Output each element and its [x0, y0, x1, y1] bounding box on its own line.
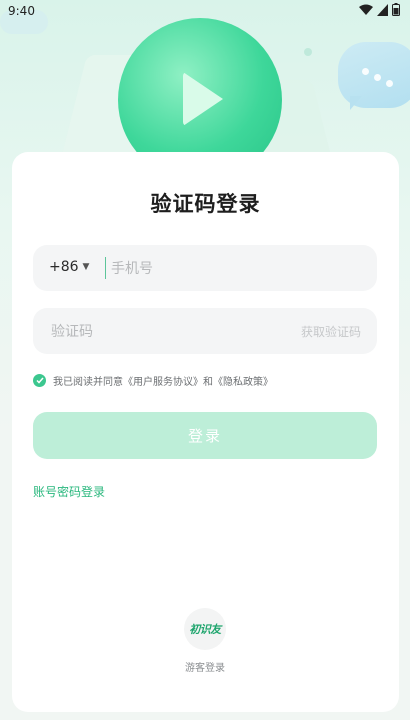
visitor-logo[interactable]: 初识友: [184, 608, 226, 650]
code-field: 获取验证码: [33, 308, 377, 354]
caret-down-icon: ▼: [82, 262, 90, 272]
verification-code-input[interactable]: [49, 320, 253, 344]
battery-icon: [392, 3, 400, 16]
status-bar: 9:40: [0, 0, 410, 26]
login-card: 验证码登录 +86 ▼ 获取验证码 我已阅读并同意《用户服务协议》和《隐私政策》…: [12, 152, 399, 712]
chat-bubble-icon: [338, 42, 410, 108]
play-icon: [183, 72, 223, 126]
status-icons: [359, 3, 400, 16]
page-title: 验证码登录: [150, 188, 265, 218]
country-code-select[interactable]: +86 ▼: [49, 259, 89, 275]
password-login-link[interactable]: 账号密码登录: [33, 483, 105, 500]
wifi-icon: [359, 4, 373, 15]
check-circle-icon[interactable]: [33, 374, 46, 387]
text-cursor: [105, 257, 106, 279]
login-button[interactable]: 登录: [33, 412, 377, 459]
agreement-text[interactable]: 我已阅读并同意《用户服务协议》和《隐私政策》: [53, 373, 273, 388]
visitor-login-label: 游客登录: [185, 663, 225, 674]
chat-bubble-tail: [350, 96, 362, 110]
app-logo: 初识友: [189, 623, 221, 636]
agreement-row: 我已阅读并同意《用户服务协议》和《隐私政策》: [33, 373, 273, 388]
get-code-button[interactable]: 获取验证码: [301, 323, 361, 340]
signal-icon: [377, 3, 388, 16]
decor-dot: [304, 48, 312, 56]
phone-input[interactable]: [109, 257, 363, 281]
visitor-login[interactable]: 初识友 游客登录: [176, 608, 234, 674]
phone-field: +86 ▼: [33, 245, 377, 291]
bottom-bar: [0, 712, 410, 720]
country-code-value: +86: [49, 259, 79, 275]
title-wrap: 验证码登录: [12, 188, 399, 218]
page-title-text: 验证码登录: [150, 192, 261, 216]
status-time: 9:40: [8, 4, 35, 18]
login-button-label: 登录: [187, 427, 222, 445]
